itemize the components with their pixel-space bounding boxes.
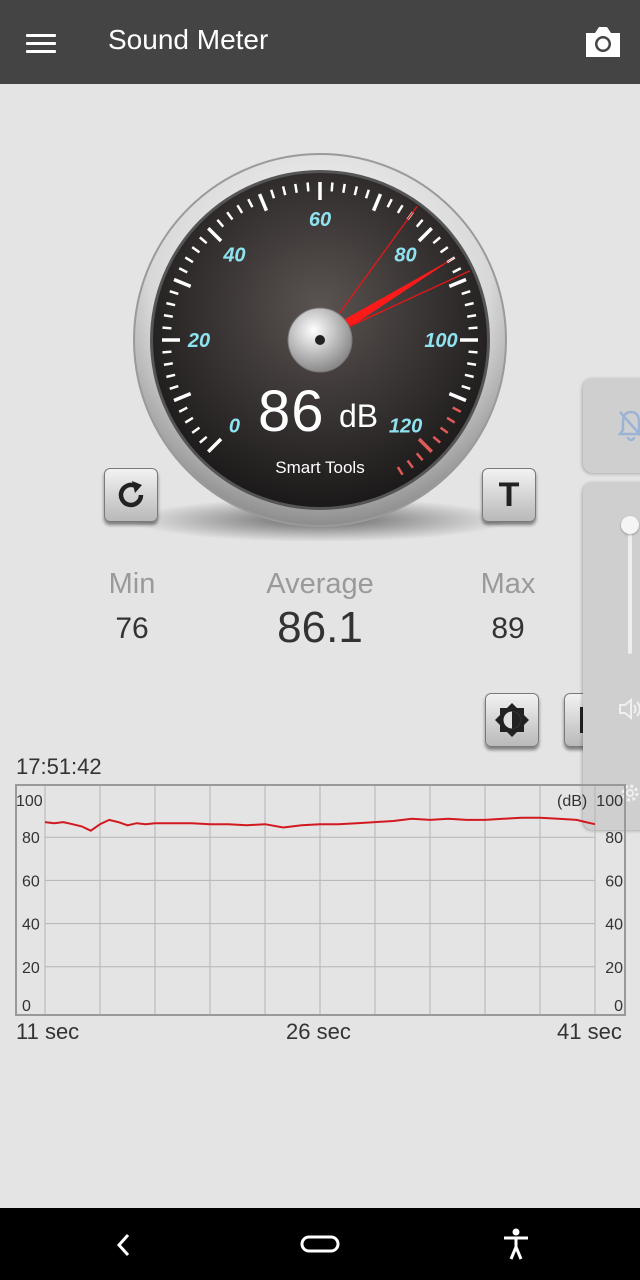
text-T-icon: T — [498, 475, 520, 514]
chart-y-label-left: 100 — [16, 793, 43, 810]
gauge-tick — [162, 350, 172, 354]
gauge-tick — [163, 314, 174, 318]
volume-slider-thumb[interactable] — [621, 516, 639, 534]
reset-button[interactable] — [104, 468, 158, 522]
chart-y-label-left: 0 — [22, 998, 31, 1015]
bell-off-icon[interactable] — [617, 408, 640, 447]
gauge-tick — [330, 182, 334, 192]
chart-y-label-right: 20 — [605, 960, 623, 977]
chart-y-label-left: 40 — [22, 917, 40, 934]
min-value: 76 — [115, 612, 149, 645]
chart-y-label-left: 60 — [22, 873, 40, 890]
alarm-panel[interactable] — [583, 378, 640, 473]
brightness-icon — [486, 694, 538, 746]
brightness-button[interactable] — [485, 693, 539, 747]
chart-y-label-right: 100 — [596, 793, 623, 810]
chart-timestamp: 17:51:42 — [16, 754, 102, 779]
volume-icon[interactable] — [617, 696, 640, 727]
gauge-tick — [468, 350, 478, 354]
chart-y-label-right: 0 — [614, 998, 623, 1015]
gauge-tick-label: 60 — [309, 209, 331, 231]
home-pill-icon[interactable] — [300, 1235, 340, 1258]
gauge-tick-label: 0 — [229, 416, 240, 438]
text-mode-button[interactable]: T — [482, 468, 536, 522]
gauge-tick — [468, 326, 478, 330]
back-chevron-icon[interactable] — [112, 1232, 136, 1263]
average-label: Average — [266, 568, 374, 600]
gauge-tick-label: 40 — [222, 244, 245, 266]
gauge-tick — [466, 362, 477, 366]
gauge-tick — [294, 183, 298, 194]
chart-unit-label: (dB) — [557, 793, 587, 810]
chart-y-label-right: 60 — [605, 873, 623, 890]
decibel-history-chart: 100 100 80 80 60 60 40 40 20 20 0 0 (dB) — [15, 784, 626, 1016]
chart-y-label-left: 80 — [22, 830, 40, 847]
x-axis-label-end: 41 sec — [557, 1019, 622, 1044]
gauge-value: 86 — [258, 379, 325, 444]
max-value: 89 — [491, 612, 525, 645]
gauge-tick — [342, 183, 346, 194]
chart-y-label-left: 20 — [22, 960, 40, 977]
gauge-tick — [163, 362, 174, 366]
gauge-tick-label: 20 — [187, 330, 210, 352]
chart-y-label-right: 80 — [605, 830, 623, 847]
accessibility-icon[interactable] — [503, 1228, 529, 1265]
brand-label: Smart Tools — [275, 458, 365, 477]
gauge-tick-label: 120 — [389, 416, 422, 438]
refresh-icon — [105, 469, 157, 521]
chart-plot: 100 100 80 80 60 60 40 40 20 20 0 0 (dB) — [15, 784, 626, 1016]
gauge-tick — [306, 182, 310, 192]
gauge-tick-label: 80 — [394, 244, 416, 266]
volume-panel — [583, 482, 640, 830]
x-axis-label-mid: 26 sec — [286, 1019, 351, 1044]
gauge-tick — [162, 326, 172, 330]
chart-grid — [44, 786, 596, 1014]
min-label: Min — [108, 568, 156, 600]
x-axis-label-start: 11 sec — [16, 1019, 80, 1044]
gauge-tick — [466, 314, 477, 318]
chart-y-label-right: 40 — [605, 917, 623, 934]
system-nav-bar — [0, 1208, 640, 1280]
gauge-tick-label: 100 — [424, 330, 457, 352]
gauge-unit: dB — [339, 398, 379, 434]
average-value: 86.1 — [277, 603, 363, 652]
max-label: Max — [480, 568, 536, 600]
volume-slider-track[interactable] — [628, 522, 632, 654]
